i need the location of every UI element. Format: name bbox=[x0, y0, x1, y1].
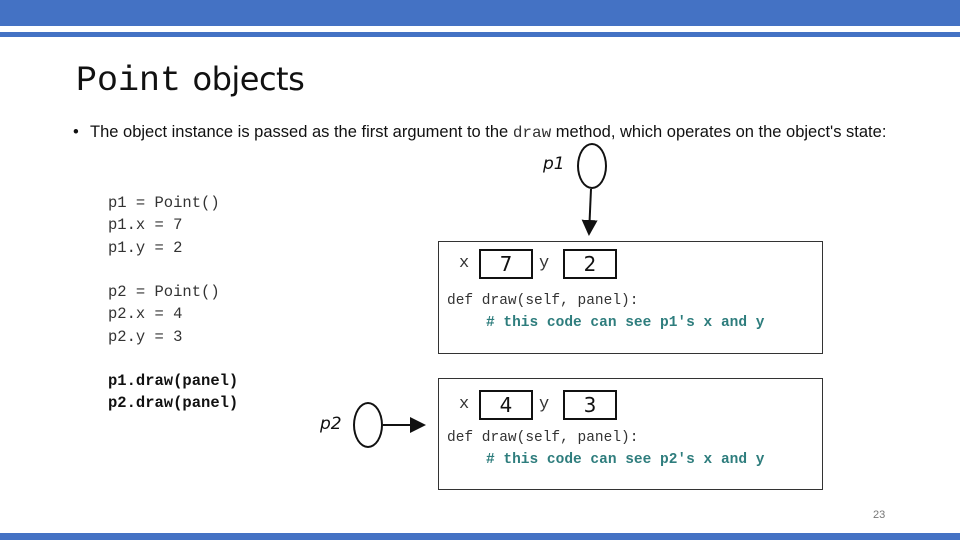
code-line: p2.x = 4 bbox=[108, 305, 183, 324]
code-line: p1.x = 7 bbox=[108, 216, 183, 235]
object-panel-p1: x 7 y 2 def draw(self, panel): # this cod… bbox=[438, 241, 823, 354]
page-number: 23 bbox=[873, 509, 886, 521]
y-field-label: y bbox=[539, 395, 550, 414]
object-panel-p2: x 4 y 3 def draw(self, panel): # this cod… bbox=[438, 378, 823, 490]
bullet-text-before: The object instance is passed as the fir… bbox=[90, 123, 513, 141]
p2-reference-ellipse bbox=[353, 402, 383, 448]
code-line: p1 = Point() bbox=[108, 194, 220, 212]
bullet-code: draw bbox=[512, 124, 552, 142]
code-line: p2 = Point() bbox=[108, 283, 220, 301]
slide-title: Point objects bbox=[76, 58, 305, 101]
code-line: p1.draw(panel) bbox=[108, 372, 239, 390]
method-code: def draw(self, panel): # this code can se… bbox=[447, 290, 764, 334]
method-signature: def draw(self, panel): bbox=[447, 293, 639, 309]
bullet-point: • The object instance is passed as the f… bbox=[73, 118, 893, 147]
p1-arrow bbox=[581, 188, 598, 236]
code-line: p2.draw(panel) bbox=[108, 394, 239, 413]
p2-label: p2 bbox=[320, 414, 342, 434]
x-field-label: x bbox=[459, 395, 470, 414]
code-block-p1: p1 = Point() p1.x = 7 p1.y = 2 bbox=[108, 192, 220, 259]
method-signature: def draw(self, panel): bbox=[447, 430, 639, 446]
title-code: Point bbox=[76, 61, 182, 101]
title-text: objects bbox=[192, 60, 305, 98]
code-line: p2.y = 3 bbox=[108, 327, 183, 346]
code-block-p2: p2 = Point() p2.x = 4 p2.y = 3 bbox=[108, 281, 220, 348]
header-rule bbox=[0, 32, 960, 37]
footer-band bbox=[0, 533, 960, 540]
y-value-box: 3 bbox=[563, 390, 617, 420]
x-field-label: x bbox=[459, 254, 470, 273]
header-band bbox=[0, 0, 960, 26]
code-block-draw: p1.draw(panel) p2.draw(panel) bbox=[108, 370, 238, 415]
method-code: def draw(self, panel): # this code can se… bbox=[447, 427, 764, 471]
bullet-text-after: method, which operates on the object's s… bbox=[551, 123, 887, 141]
x-value-box: 7 bbox=[479, 249, 533, 279]
code-line: p1.y = 2 bbox=[108, 238, 183, 257]
method-comment: # this code can see p2's x and y bbox=[486, 452, 765, 468]
p1-label: p1 bbox=[543, 154, 565, 174]
bullet-text: The object instance is passed as the fir… bbox=[73, 118, 893, 147]
method-comment: # this code can see p1's x and y bbox=[486, 315, 765, 331]
p1-reference-ellipse bbox=[577, 143, 607, 189]
bullet-icon: • bbox=[73, 123, 79, 141]
x-value-box: 4 bbox=[479, 390, 533, 420]
y-value-box: 2 bbox=[563, 249, 617, 279]
y-field-label: y bbox=[539, 254, 550, 273]
